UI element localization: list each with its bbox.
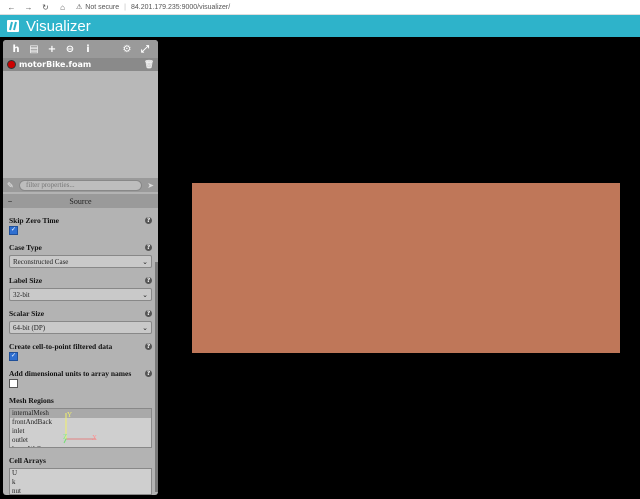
- side-panel: h ▤ + ⊖ i ⚙ ⤢ motorBike.foam 🗑 ✎ ➤ − Sou…: [3, 40, 158, 495]
- app-header: Visualizer: [0, 15, 640, 37]
- info-icon[interactable]: i: [79, 41, 97, 57]
- scalar-size-label: Scalar Size ?: [9, 309, 152, 318]
- settings-icon[interactable]: ⚙: [118, 41, 136, 57]
- fullscreen-icon[interactable]: ⤢: [136, 41, 154, 57]
- label-size-select[interactable]: 32-bit ⌄: [9, 288, 152, 301]
- filter-bar: ✎ ➤: [3, 178, 158, 192]
- home-icon[interactable]: h: [7, 41, 25, 57]
- chevron-down-icon: ⌄: [142, 323, 148, 332]
- pipeline-item[interactable]: motorBike.foam 🗑: [3, 58, 158, 71]
- plus-icon[interactable]: +: [43, 41, 61, 57]
- list-item[interactable]: k: [10, 478, 151, 487]
- scalar-size-select[interactable]: 64-bit (DP) ⌄: [9, 321, 152, 334]
- reload-icon[interactable]: ↻: [40, 3, 51, 12]
- case-type-select[interactable]: Reconstructed Case ⌄: [9, 255, 152, 268]
- chevron-down-icon: ⌄: [142, 257, 148, 266]
- help-icon[interactable]: ?: [145, 370, 152, 377]
- warning-icon: ⚠: [76, 4, 83, 11]
- properties-list: Skip Zero Time ? ✓ Case Type ? Reconstru…: [3, 216, 158, 495]
- filter-input[interactable]: [19, 179, 142, 191]
- render-viewport[interactable]: [192, 183, 620, 353]
- url-separator: |: [124, 3, 126, 11]
- layers-icon[interactable]: ⊖: [61, 41, 79, 57]
- logo-icon: [7, 20, 19, 32]
- collapse-icon[interactable]: −: [3, 197, 17, 206]
- pipeline-browser: motorBike.foam 🗑: [3, 58, 158, 178]
- help-icon[interactable]: ?: [145, 310, 152, 317]
- home-icon[interactable]: ⌂: [57, 3, 68, 12]
- trash-icon[interactable]: 🗑: [144, 60, 154, 69]
- create-c2p-label: Create cell-to-point filtered data ?: [9, 342, 152, 351]
- mesh-regions-label: Mesh Regions: [9, 396, 54, 405]
- help-icon[interactable]: ?: [145, 277, 152, 284]
- help-icon[interactable]: ?: [145, 244, 152, 251]
- back-icon[interactable]: ←: [6, 3, 17, 12]
- cell-arrays-label: Cell Arrays: [9, 456, 46, 465]
- dim-units-checkbox[interactable]: [9, 379, 18, 388]
- skip-zero-time-label: Skip Zero Time ?: [9, 216, 152, 225]
- file-icon[interactable]: ▤: [25, 41, 43, 57]
- help-icon[interactable]: ?: [145, 217, 152, 224]
- label-size-label: Label Size ?: [9, 276, 152, 285]
- wrench-icon: ✎: [7, 180, 14, 190]
- skip-zero-time-checkbox[interactable]: ✓: [9, 226, 18, 235]
- apply-icon[interactable]: ➤: [142, 181, 154, 190]
- security-label: Not secure: [85, 3, 120, 11]
- dim-units-label: Add dimensional units to array names ?: [9, 369, 152, 378]
- help-icon[interactable]: ?: [145, 343, 152, 350]
- source-section-header[interactable]: − Source: [3, 194, 158, 208]
- create-c2p-checkbox[interactable]: ✓: [9, 352, 18, 361]
- section-title: Source: [69, 196, 92, 206]
- axis-x-label: X: [92, 434, 97, 442]
- cell-arrays-list[interactable]: U k nut: [9, 468, 152, 495]
- axis-z-label: Z: [63, 433, 67, 441]
- browser-bar: ← → ↻ ⌂ ⚠ Not secure | 84.201.179.235:90…: [0, 0, 640, 15]
- pipeline-item-label: motorBike.foam: [19, 60, 92, 69]
- mesh-regions-list[interactable]: internalMesh frontAndBack inlet outlet l…: [9, 408, 152, 448]
- url-field[interactable]: 84.201.179.235:9000/visualizer/: [131, 4, 230, 11]
- list-item[interactable]: U: [10, 469, 151, 478]
- visibility-icon[interactable]: [7, 60, 16, 69]
- list-item[interactable]: lowerWall: [10, 445, 151, 447]
- chevron-down-icon: ⌄: [142, 290, 148, 299]
- axis-y-label: Y: [67, 411, 72, 419]
- list-item[interactable]: nut: [10, 487, 151, 494]
- axes-widget: Y Z X: [63, 411, 97, 444]
- case-type-label: Case Type ?: [9, 243, 152, 252]
- panel-toolbar: h ▤ + ⊖ i ⚙ ⤢: [3, 40, 158, 58]
- forward-icon[interactable]: →: [23, 3, 34, 12]
- app-title: Visualizer: [26, 17, 91, 35]
- panel-scrollbar[interactable]: [155, 262, 158, 492]
